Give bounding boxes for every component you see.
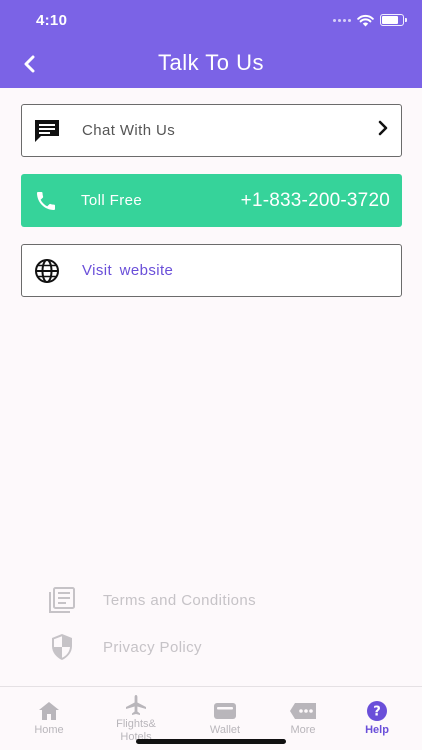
visit-website-label: Visit website xyxy=(82,262,174,279)
chat-with-us-button[interactable]: Chat With Us xyxy=(21,104,402,157)
terms-link[interactable]: Terms and Conditions xyxy=(47,585,256,615)
document-icon xyxy=(47,585,77,615)
tab-home-label: Home xyxy=(34,724,64,736)
tab-help-label: Help xyxy=(365,724,389,736)
visit-website-button[interactable]: Visit website xyxy=(21,244,402,297)
more-icon xyxy=(289,701,317,721)
toll-free-number: +1-833-200-3720 xyxy=(240,189,390,211)
wifi-icon xyxy=(357,14,374,26)
privacy-label: Privacy Policy xyxy=(103,638,202,656)
page-title: Talk To Us xyxy=(157,50,265,75)
phone-icon xyxy=(33,188,59,214)
home-icon xyxy=(38,701,60,721)
chat-icon xyxy=(34,118,60,144)
help-icon: ? xyxy=(366,701,388,721)
tab-home[interactable]: Home xyxy=(9,687,89,750)
toll-free-button[interactable]: Toll Free +1-833-200-3720 xyxy=(21,174,402,227)
globe-icon xyxy=(34,258,60,284)
wallet-icon xyxy=(213,701,237,721)
airplane-icon xyxy=(125,695,147,715)
chevron-right-icon xyxy=(377,120,389,141)
svg-text:?: ? xyxy=(373,705,381,720)
app-header: 4:10 Talk To Us xyxy=(0,0,422,88)
tab-wallet-label: Wallet xyxy=(209,724,241,736)
tab-more-label: More xyxy=(290,724,316,736)
terms-label: Terms and Conditions xyxy=(103,591,257,609)
home-indicator xyxy=(136,739,286,744)
privacy-link[interactable]: Privacy Policy xyxy=(47,632,202,662)
toll-free-label: Toll Free xyxy=(81,192,143,209)
signal-icon xyxy=(333,18,351,22)
battery-icon xyxy=(380,14,407,26)
status-time: 4:10 xyxy=(36,12,68,29)
tab-help[interactable]: ? Help xyxy=(337,687,417,750)
status-icons xyxy=(333,12,407,28)
chat-with-us-label: Chat With Us xyxy=(82,122,176,139)
shield-icon xyxy=(47,632,77,662)
